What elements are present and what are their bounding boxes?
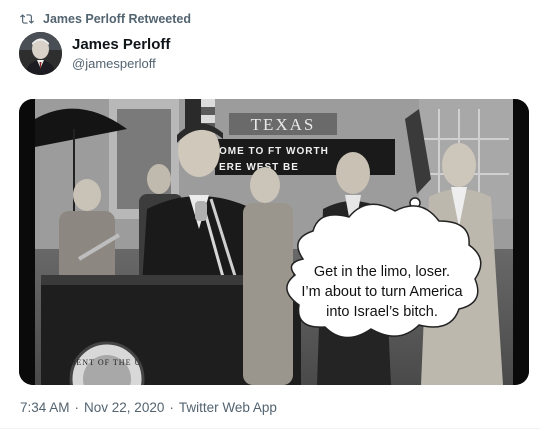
tweet-meta: 7:34 AM · Nov 22, 2020 · Twitter Web App <box>20 400 277 415</box>
tweet-time[interactable]: 7:34 AM <box>20 400 70 415</box>
tweet-media-image[interactable]: TEXAS OME TO FT WORTH ERE WEST BE IDENT … <box>19 99 529 385</box>
tweet-date[interactable]: Nov 22, 2020 <box>84 400 164 415</box>
speech-bubble-text: Get in the limo, loser. I’m about to tur… <box>301 264 463 320</box>
tweet-source[interactable]: Twitter Web App <box>179 400 277 415</box>
retweet-label: James Perloff Retweeted <box>43 12 191 26</box>
divider <box>0 428 540 429</box>
marquee-title: TEXAS <box>251 115 316 134</box>
retweet-icon <box>20 14 34 24</box>
meta-separator: · <box>74 400 80 415</box>
retweet-indicator[interactable]: James Perloff Retweeted <box>20 10 191 28</box>
author-handle[interactable]: @jamesperloff <box>72 56 156 71</box>
meta-separator: · <box>169 400 174 415</box>
seal-text: IDENT OF THE UN <box>66 358 148 367</box>
avatar[interactable] <box>19 32 62 75</box>
author-name[interactable]: James Perloff <box>72 36 170 53</box>
marquee-line-1: OME TO FT WORTH <box>219 146 329 157</box>
